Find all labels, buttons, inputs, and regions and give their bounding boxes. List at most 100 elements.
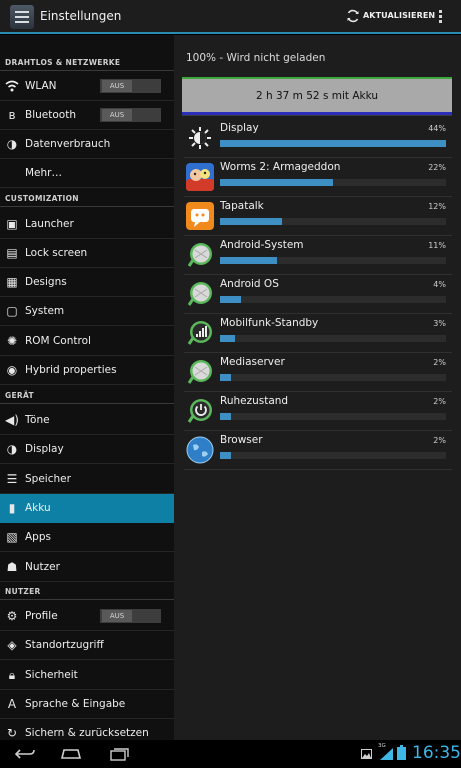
sidebar-item-location[interactable]: ◈ Standortzugriff [0,631,174,660]
sidebar-item-language[interactable]: A Sprache & Eingabe [0,690,174,719]
cell-standby-icon [187,321,212,345]
sidebar-item-label: Display [25,443,64,455]
sidebar-item-rom-control[interactable]: ✺ ROM Control [0,327,174,356]
battery-item-cell-standby[interactable]: Mobilfunk-Standby 3% [184,314,452,353]
sidebar-item-launcher[interactable]: ▣ Launcher [0,210,174,239]
tapatalk-app-icon [186,202,214,230]
battery-item-percent: 12% [428,202,446,211]
battery-item-name: Mediaserver [220,356,285,368]
usage-bar-track [220,413,446,420]
gallery-notification-icon[interactable] [361,749,372,759]
battery-item-name: Android OS [220,278,279,290]
sidebar-item-display[interactable]: ◑ Display [0,435,174,464]
sidebar-item-bluetooth[interactable]: ʙ Bluetooth AUS [0,101,174,130]
sidebar-item-backup[interactable]: ↻ Sichern & zurücksetzen [0,719,174,740]
sidebar-item-designs[interactable]: ▦ Designs [0,268,174,297]
mediaserver-icon [187,360,212,384]
sidebar-item-apps[interactable]: ▧ Apps [0,523,174,552]
wlan-toggle[interactable]: AUS [100,79,161,93]
section-header-device: GERÄT [0,388,174,404]
storage-icon: ☰ [6,472,18,486]
apps-icon: ▧ [6,530,18,544]
lock-screen-icon: ▤ [6,246,18,260]
battery-item-mediaserver[interactable]: Mediaserver 2% [184,353,452,392]
usage-bar-track [220,374,446,381]
action-bar: Einstellungen AKTUALISIEREN [0,0,461,34]
sidebar-item-data-usage[interactable]: ◑ Datenverbrauch [0,130,174,159]
sidebar-item-label: Bluetooth [25,109,76,121]
data-usage-icon: ◑ [6,137,18,151]
usage-bar-track [220,179,446,186]
usage-bar-fill [220,296,241,303]
sidebar-item-label: Töne [25,414,50,426]
idle-power-icon [187,399,212,423]
battery-item-worms[interactable]: Worms 2: Armageddon 22% [184,158,452,197]
refresh-icon[interactable] [346,9,360,23]
battery-history-graph[interactable]: 2 h 37 m 52 s mit Akku [182,77,452,115]
usage-bar-track [220,140,446,147]
browser-globe-icon [186,436,214,464]
refresh-button[interactable]: AKTUALISIEREN [363,11,435,20]
rom-control-icon: ✺ [6,334,18,348]
usage-bar-fill [220,335,235,342]
sidebar-item-label: Launcher [25,218,74,230]
bluetooth-toggle[interactable]: AUS [100,108,161,122]
sidebar-item-hybrid[interactable]: ◉ Hybrid properties [0,356,174,385]
sidebar-item-sound[interactable]: ◀) Töne [0,406,174,435]
battery-item-percent: 2% [433,358,446,367]
battery-item-percent: 4% [433,280,446,289]
settings-sidebar: DRAHTLOS & NETZWERKE WLAN AUS ʙ Bluetoot… [0,35,174,740]
battery-item-android-os[interactable]: Android OS 4% [184,275,452,314]
battery-icon: ▮ [8,501,16,515]
usage-bar-fill [220,140,446,147]
section-header-wireless: DRAHTLOS & NETZWERKE [0,55,174,71]
sidebar-item-system[interactable]: ▢ System [0,297,174,326]
sidebar-item-label: Sichern & zurücksetzen [25,727,149,739]
designs-icon: ▦ [6,275,18,289]
security-icon: 🔒︎ [8,668,16,682]
backup-icon: ↻ [6,726,18,740]
sidebar-item-label: WLAN [25,80,57,92]
battery-item-percent: 11% [428,241,446,250]
battery-item-idle[interactable]: Ruhezustand 2% [184,392,452,431]
sidebar-item-label: Profile [25,610,58,622]
sidebar-item-security[interactable]: 🔒︎ Sicherheit [0,661,174,690]
back-icon[interactable] [14,747,36,761]
sidebar-item-label: Sprache & Eingabe [25,698,126,710]
sidebar-item-battery[interactable]: ▮ Akku [0,494,174,523]
location-icon: ◈ [7,638,17,652]
display-brightness-icon [189,127,211,149]
battery-item-browser[interactable]: Browser 2% [184,431,452,470]
divider [182,115,452,116]
sidebar-item-more[interactable]: Mehr… [0,159,174,188]
battery-status-icon [397,745,406,760]
battery-item-percent: 2% [433,436,446,445]
launcher-icon: ▣ [6,217,18,231]
overflow-menu-icon[interactable] [439,10,443,24]
battery-item-display[interactable]: Display 44% [184,119,452,158]
sidebar-item-lock-screen[interactable]: ▤ Lock screen [0,239,174,268]
sidebar-item-label: Hybrid properties [25,364,117,376]
settings-app-icon[interactable] [10,5,34,29]
section-header-customization: CUSTOMIZATION [0,191,174,207]
sidebar-item-storage[interactable]: ☰ Speicher [0,465,174,494]
battery-item-percent: 22% [428,163,446,172]
sidebar-item-wlan[interactable]: WLAN AUS [0,72,174,101]
bluetooth-icon: ʙ [8,108,16,122]
sidebar-item-label: Lock screen [25,247,88,259]
sidebar-item-label: Speicher [25,473,71,485]
sidebar-item-label: Designs [25,276,67,288]
sidebar-item-label: System [25,305,65,317]
recent-apps-icon[interactable] [110,747,130,761]
android-os-icon [187,282,212,306]
battery-item-android-system[interactable]: Android-System 11% [184,236,452,275]
profile-toggle[interactable]: AUS [100,609,161,623]
sidebar-item-label: Datenverbrauch [25,138,111,150]
battery-usage-pane: 100% - Wird nicht geladen 2 h 37 m 52 s … [174,35,461,740]
sidebar-item-profile[interactable]: ⚙ Profile AUS [0,602,174,631]
usage-bar-track [220,296,446,303]
home-icon[interactable] [60,748,82,760]
sidebar-item-users[interactable]: ☗ Nutzer [0,553,174,582]
battery-item-tapatalk[interactable]: Tapatalk 12% [184,197,452,236]
sidebar-item-label: ROM Control [25,335,91,347]
